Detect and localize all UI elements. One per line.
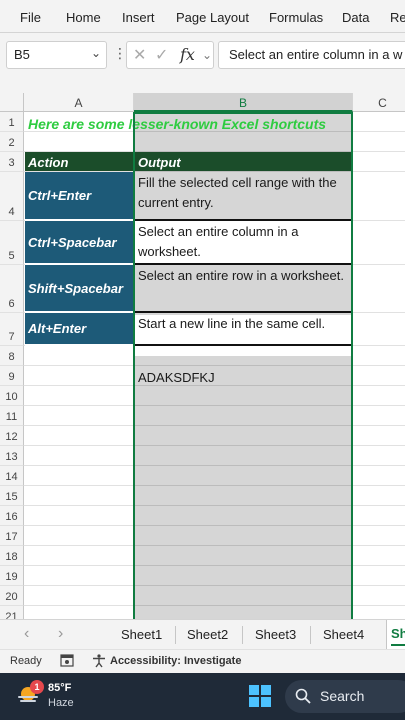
temperature-label: 85°F — [48, 682, 72, 694]
taskbar-search[interactable]: Search — [285, 680, 405, 713]
sheet-tab-1[interactable]: Sheet1 — [121, 627, 162, 642]
row-header[interactable]: 2 — [0, 132, 24, 152]
chevron-right-icon[interactable]: › — [58, 625, 63, 643]
gridline — [24, 445, 405, 446]
formula-bar: B5 ⌄ ⋮ ✕ ✓ fx ⌄ Select an entire column … — [0, 33, 405, 93]
action-cell[interactable]: Ctrl+Spacebar — [25, 221, 133, 265]
row-header[interactable]: 13 — [0, 446, 24, 466]
row-header[interactable]: 1 — [0, 112, 24, 132]
search-icon — [295, 688, 311, 704]
row-header[interactable]: 15 — [0, 486, 24, 506]
gridline — [24, 425, 405, 426]
chevron-down-icon[interactable]: ⌄ — [202, 48, 212, 62]
name-box[interactable]: B5 ⌄ — [6, 41, 107, 69]
notification-badge: 1 — [30, 680, 44, 694]
windows-taskbar: 1 85°F Haze Search — [0, 673, 405, 720]
row-header[interactable]: 10 — [0, 386, 24, 406]
row-header[interactable]: 19 — [0, 566, 24, 586]
tab-formulas[interactable]: Formulas — [269, 10, 323, 25]
confirm-icon[interactable]: ✓ — [155, 45, 168, 65]
gridline — [24, 565, 405, 566]
chevron-left-icon[interactable]: ‹ — [24, 625, 29, 643]
tab-separator — [175, 626, 176, 644]
row-header[interactable]: 7 — [0, 313, 24, 346]
row-header[interactable]: 3 — [0, 152, 24, 172]
ribbon-menu: File Home Insert Page Layout Formulas Da… — [0, 0, 405, 33]
output-cell[interactable]: Fill the selected cell range with the cu… — [135, 172, 351, 221]
windows-start-icon[interactable] — [248, 684, 272, 708]
tab-data[interactable]: Data — [342, 10, 369, 25]
gridline — [24, 485, 405, 486]
gridline — [24, 131, 405, 132]
formula-tools: ✕ ✓ fx ⌄ — [126, 41, 214, 69]
gridline — [24, 505, 405, 506]
insert-function-icon[interactable]: fx — [180, 45, 195, 64]
tab-file[interactable]: File — [20, 10, 41, 25]
row-header[interactable]: 4 — [0, 172, 24, 221]
cell-b9[interactable]: ADAKSDFKJ — [135, 366, 351, 385]
row-header[interactable]: 21 — [0, 606, 24, 619]
row-header[interactable]: 16 — [0, 506, 24, 526]
formula-input[interactable]: Select an entire column in a w — [218, 41, 405, 69]
row-header[interactable]: 20 — [0, 586, 24, 606]
row-header[interactable]: 17 — [0, 526, 24, 546]
gridline — [24, 605, 405, 606]
gridline — [24, 585, 405, 586]
gridline — [133, 112, 134, 619]
gridline — [24, 545, 405, 546]
select-all-corner[interactable] — [0, 93, 24, 112]
row-header[interactable]: 8 — [0, 346, 24, 366]
action-cell[interactable]: Shift+Spacebar — [25, 265, 133, 313]
sheet-tab-3[interactable]: Sheet3 — [255, 627, 296, 642]
tab-page-layout[interactable]: Page Layout — [176, 10, 249, 25]
column-header-a[interactable]: A — [24, 93, 134, 112]
status-ready: Ready — [10, 655, 42, 667]
action-cell[interactable]: Ctrl+Enter — [25, 172, 133, 221]
output-cell[interactable]: Select an entire column in a worksheet. — [135, 221, 351, 265]
search-label: Search — [320, 688, 365, 704]
row-header[interactable]: 6 — [0, 265, 24, 313]
action-cell[interactable]: Alt+Enter — [25, 313, 133, 346]
accessibility-status[interactable]: Accessibility: Investigate — [110, 655, 241, 667]
sheet-tab-active[interactable]: Sh — [386, 620, 405, 649]
more-options-icon[interactable]: ⋮ — [113, 45, 127, 62]
gridline — [24, 385, 405, 386]
row-header[interactable]: 18 — [0, 546, 24, 566]
accessibility-icon[interactable] — [92, 654, 106, 671]
worksheet-grid[interactable]: A B C 1 2 3 4 5 6 7 8 9 10 11 12 13 14 1… — [0, 93, 405, 619]
row-header[interactable]: 11 — [0, 406, 24, 426]
tab-separator — [310, 626, 311, 644]
output-cell[interactable]: Select an entire row in a worksheet. — [135, 265, 351, 313]
tab-insert[interactable]: Insert — [122, 10, 155, 25]
macro-record-icon[interactable] — [60, 654, 74, 670]
output-cell[interactable]: Start a new line in the same cell. — [135, 313, 351, 346]
gridline — [24, 405, 405, 406]
column-header-c[interactable]: C — [353, 93, 405, 112]
cancel-icon[interactable]: ✕ — [133, 45, 146, 65]
tab-home[interactable]: Home — [66, 10, 101, 25]
header-output[interactable]: Output — [135, 152, 351, 171]
gridline — [352, 112, 353, 619]
column-header-b[interactable]: B — [134, 93, 353, 112]
gridline — [24, 465, 405, 466]
weather-condition: Haze — [48, 697, 74, 709]
row-header[interactable]: 12 — [0, 426, 24, 446]
tab-separator — [242, 626, 243, 644]
row-header[interactable]: 5 — [0, 221, 24, 265]
sheet-tab-4[interactable]: Sheet4 — [323, 627, 364, 642]
gridline — [24, 525, 405, 526]
tab-review[interactable]: Re — [390, 10, 405, 25]
chevron-down-icon[interactable]: ⌄ — [91, 46, 101, 60]
row-header[interactable]: 9 — [0, 366, 24, 386]
status-bar: Ready Accessibility: Investigate — [0, 649, 405, 673]
sheet-title[interactable]: Here are some lesser-known Excel shortcu… — [25, 112, 355, 131]
name-box-value: B5 — [14, 47, 30, 62]
row-header[interactable]: 14 — [0, 466, 24, 486]
sheet-tab-bar: ‹ › Sheet1 Sheet2 Sheet3 Sheet4 Sh — [0, 619, 405, 649]
header-action[interactable]: Action — [25, 152, 133, 171]
sheet-tab-2[interactable]: Sheet2 — [187, 627, 228, 642]
